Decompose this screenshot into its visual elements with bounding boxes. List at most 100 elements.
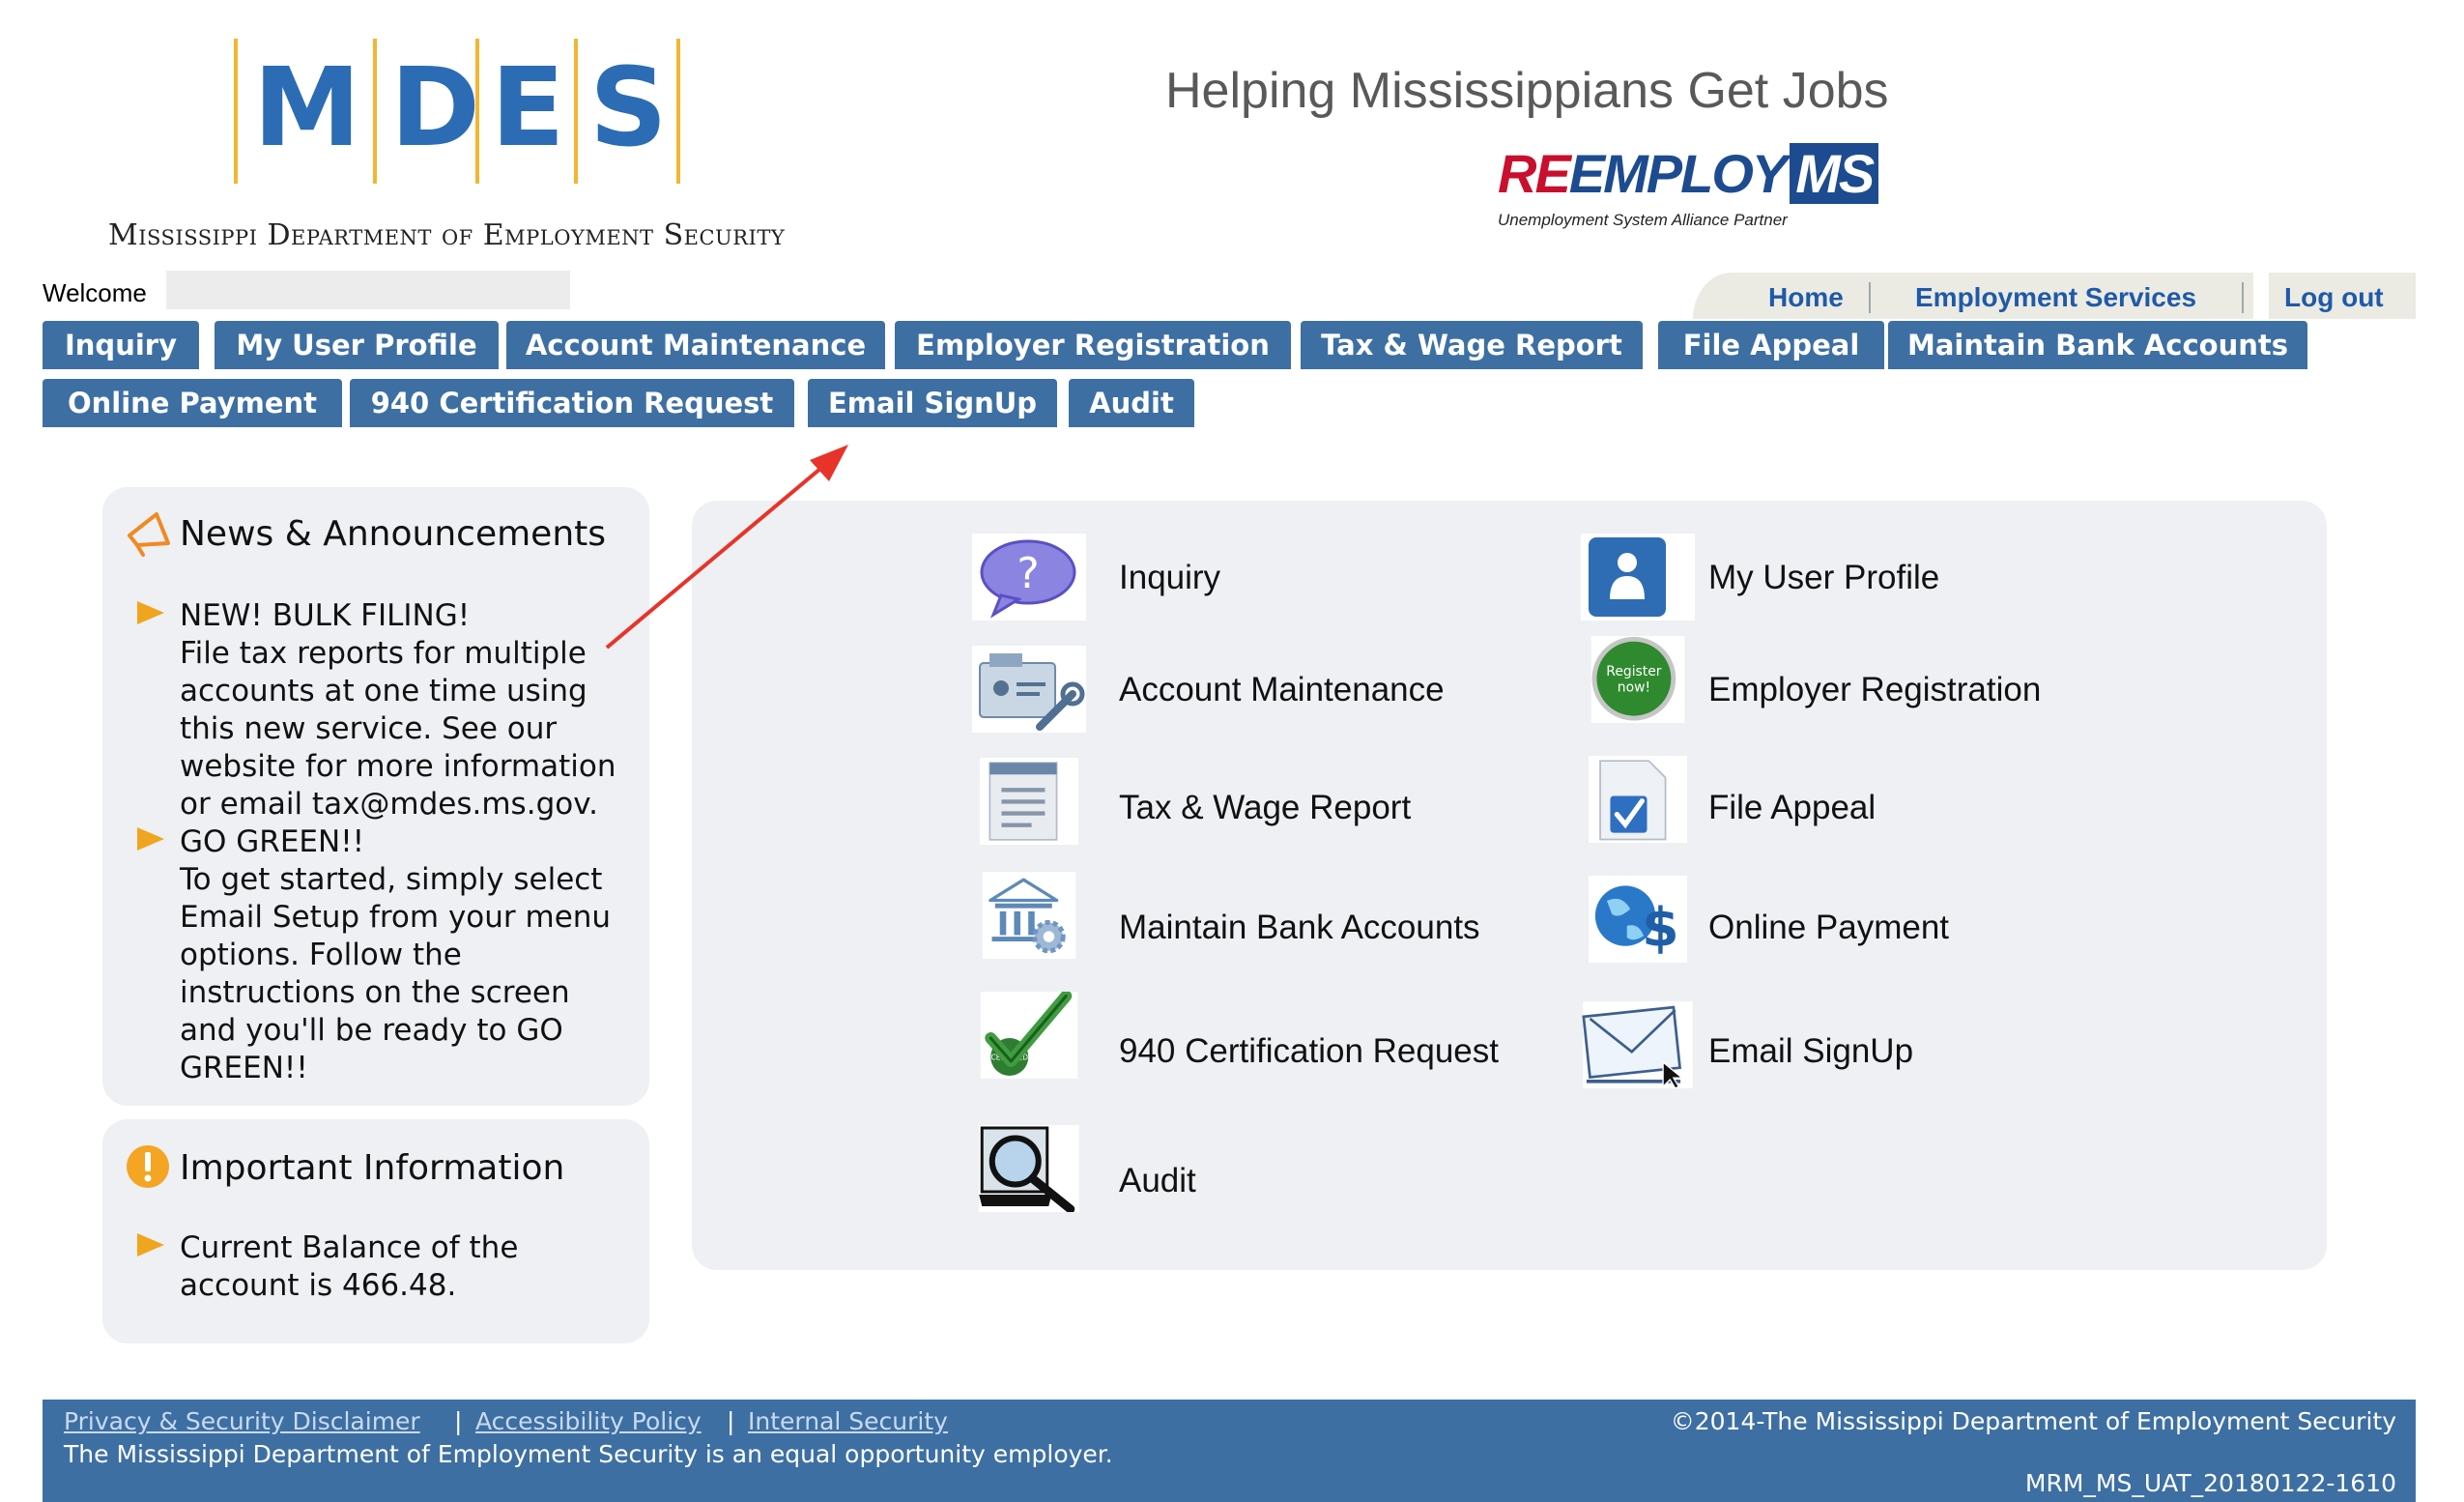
news-line: GREEN!! bbox=[180, 1051, 308, 1085]
info-bullet-arrow-icon bbox=[137, 1233, 164, 1256]
online-payment-globe-dollar-icon[interactable]: $ bbox=[1581, 876, 1695, 963]
news-line: options. Follow the bbox=[180, 938, 462, 972]
tax-wage-report-document-icon[interactable] bbox=[972, 758, 1086, 845]
menu-maintain-bank-accounts-link[interactable]: Maintain Bank Accounts bbox=[1119, 909, 1480, 947]
register-badge-text: Register bbox=[1606, 664, 1661, 679]
top-link-gap bbox=[2253, 273, 2269, 319]
top-links-bar: Home Employment Services Log out bbox=[1693, 273, 2416, 319]
news-line: website for more information bbox=[180, 749, 616, 784]
register-now-badge-icon[interactable]: Register now! bbox=[1581, 636, 1695, 723]
reemploy-employ: EMPLOY bbox=[1568, 143, 1788, 204]
news-line: and you'll be ready to GO bbox=[180, 1013, 563, 1048]
tab-my-user-profile[interactable]: My User Profile bbox=[215, 321, 499, 369]
tab-employer-registration[interactable]: Employer Registration bbox=[895, 321, 1291, 369]
logo-divider bbox=[676, 39, 680, 184]
footer-separator: | bbox=[454, 1407, 463, 1435]
logo-divider bbox=[574, 39, 578, 184]
news-line: instructions on the screen bbox=[180, 975, 570, 1010]
menu-online-payment-link[interactable]: Online Payment bbox=[1708, 909, 1949, 947]
menu-tax-wage-report-link[interactable]: Tax & Wage Report bbox=[1119, 789, 1411, 827]
bank-building-gear-icon[interactable] bbox=[972, 872, 1086, 959]
tab-online-payment[interactable]: Online Payment bbox=[43, 379, 342, 427]
reemploy-ms-logo: REEMPLOY MS Unemployment System Alliance … bbox=[1498, 143, 1879, 234]
welcome-label: Welcome bbox=[43, 278, 147, 307]
copyright-text: ©2014-The Mississippi Department of Empl… bbox=[1670, 1407, 2396, 1435]
tab-maintain-bank-accounts[interactable]: Maintain Bank Accounts bbox=[1888, 321, 2307, 369]
home-link[interactable]: Home bbox=[1768, 282, 1844, 313]
reemploy-re: RE bbox=[1498, 143, 1571, 204]
menu-email-signup-link[interactable]: Email SignUp bbox=[1708, 1032, 1913, 1071]
inquiry-speech-bubble-icon[interactable]: ? bbox=[972, 534, 1086, 621]
menu-audit-link[interactable]: Audit bbox=[1119, 1162, 1196, 1200]
info-line: account is 466.48. bbox=[180, 1268, 457, 1303]
news-bullet-arrow-icon bbox=[137, 601, 164, 624]
reemploy-ms: MS bbox=[1790, 143, 1879, 204]
news-line: or email tax@mdes.ms.gov. bbox=[180, 787, 599, 822]
menu-account-maintenance-link[interactable]: Account Maintenance bbox=[1119, 671, 1445, 709]
logo-divider bbox=[234, 39, 238, 184]
news-item-go-green: GO GREEN!! To get started, simply select… bbox=[180, 823, 611, 1087]
menu-my-user-profile-link[interactable]: My User Profile bbox=[1708, 559, 1939, 597]
tab-account-maintenance[interactable]: Account Maintenance bbox=[506, 321, 885, 369]
reemploy-subtitle: Unemployment System Alliance Partner bbox=[1498, 211, 1788, 229]
logout-link[interactable]: Log out bbox=[2284, 282, 2384, 313]
news-item-bulk-filing: NEW! BULK FILING! File tax reports for m… bbox=[180, 597, 616, 823]
news-line: File tax reports for multiple bbox=[180, 636, 587, 671]
footer-separator: | bbox=[727, 1407, 735, 1435]
footer: Privacy & Security Disclaimer | Accessib… bbox=[43, 1400, 2416, 1502]
news-title: News & Announcements bbox=[180, 514, 606, 554]
svg-text:$: $ bbox=[1642, 898, 1679, 960]
menu-inquiry-link[interactable]: Inquiry bbox=[1119, 559, 1220, 597]
news-line: Email Setup from your menu bbox=[180, 900, 612, 935]
tab-tax-wage-report[interactable]: Tax & Wage Report bbox=[1301, 321, 1643, 369]
tab-audit[interactable]: Audit bbox=[1069, 379, 1194, 427]
main-menu-panel: ? Inquiry My User Profile Account Mainte… bbox=[692, 501, 2327, 1270]
audit-magnifier-laptop-icon[interactable] bbox=[972, 1125, 1086, 1212]
news-line: GO GREEN!! bbox=[180, 824, 365, 859]
register-badge-text: now! bbox=[1618, 679, 1650, 695]
tab-inquiry[interactable]: Inquiry bbox=[43, 321, 199, 369]
account-maintenance-id-card-tools-icon[interactable] bbox=[972, 646, 1086, 733]
email-envelope-icon[interactable] bbox=[1581, 1001, 1695, 1088]
internal-security-link[interactable]: Internal Security bbox=[748, 1407, 948, 1435]
news-announcements-panel: News & Announcements NEW! BULK FILING! F… bbox=[102, 487, 649, 1106]
logo-divider bbox=[475, 39, 479, 184]
megaphone-icon bbox=[128, 512, 170, 557]
menu-file-appeal-link[interactable]: File Appeal bbox=[1708, 789, 1876, 827]
accessibility-policy-link[interactable]: Accessibility Policy bbox=[475, 1407, 702, 1435]
info-title: Important Information bbox=[180, 1148, 565, 1188]
menu-employer-registration-link[interactable]: Employer Registration bbox=[1708, 671, 2041, 709]
top-link-separator bbox=[2242, 282, 2244, 313]
equal-opportunity-statement: The Mississippi Department of Employment… bbox=[64, 1440, 1113, 1468]
build-version-text: MRM_MS_UAT_20180122-1610 bbox=[2024, 1469, 2396, 1497]
logo-letter-e: E bbox=[491, 45, 565, 171]
news-line: this new service. See our bbox=[180, 711, 558, 746]
tab-email-signup[interactable]: Email SignUp bbox=[808, 379, 1057, 427]
news-bullet-arrow-icon bbox=[137, 827, 164, 851]
logo-letter-s: S bbox=[589, 45, 668, 171]
info-line: Current Balance of the bbox=[180, 1230, 519, 1265]
privacy-disclaimer-link[interactable]: Privacy & Security Disclaimer bbox=[64, 1407, 420, 1435]
menu-940-certification-request-link[interactable]: 940 Certification Request bbox=[1119, 1032, 1499, 1071]
mdes-logo: M D E S bbox=[234, 39, 680, 184]
logo-divider bbox=[373, 39, 377, 184]
news-line: NEW! BULK FILING! bbox=[180, 598, 471, 633]
tagline: Helping Mississippians Get Jobs bbox=[1165, 63, 1889, 119]
agency-name: Mississippi Department of Employment Sec… bbox=[108, 218, 786, 252]
warning-badge-icon bbox=[127, 1145, 169, 1188]
certified-checkmark-seal-icon[interactable]: CERTIFIED bbox=[972, 992, 1086, 1079]
file-appeal-checkbox-document-icon[interactable] bbox=[1581, 756, 1695, 843]
info-balance-text: Current Balance of the account is 466.48… bbox=[180, 1229, 518, 1305]
tab-940-certification-request[interactable]: 940 Certification Request bbox=[350, 379, 794, 427]
top-link-separator bbox=[1869, 282, 1871, 313]
employment-services-link[interactable]: Employment Services bbox=[1915, 282, 2196, 313]
news-line: accounts at one time using bbox=[180, 674, 587, 708]
tab-file-appeal[interactable]: File Appeal bbox=[1658, 321, 1884, 369]
svg-text:?: ? bbox=[1017, 549, 1039, 598]
welcome-username-redacted bbox=[166, 271, 570, 309]
important-information-panel: Important Information Current Balance of… bbox=[102, 1119, 649, 1343]
user-profile-icon[interactable] bbox=[1581, 534, 1695, 621]
logo-letter-d: D bbox=[390, 45, 480, 171]
news-line: To get started, simply select bbox=[180, 862, 603, 897]
logo-letter-m: M bbox=[253, 45, 361, 171]
